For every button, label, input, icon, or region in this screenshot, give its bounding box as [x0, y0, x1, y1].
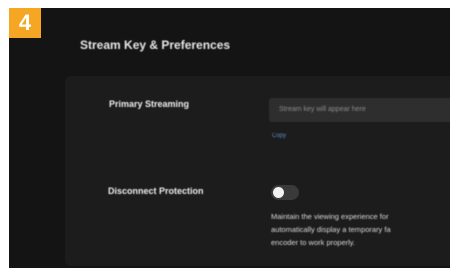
screenshot-frame: 4 Stream Key & Preferences Primary Strea…: [0, 0, 450, 275]
description-line: automatically display a temporary fa: [271, 225, 391, 234]
toggle-knob: [273, 187, 284, 198]
description-line: encoder to work properly.: [271, 238, 356, 247]
primary-streaming-label: Primary Streaming: [109, 99, 190, 109]
stream-key-field[interactable]: Stream key will appear here: [269, 98, 450, 122]
page-title: Stream Key & Preferences: [80, 38, 231, 52]
description-line: Maintain the viewing experience for: [271, 212, 389, 221]
disconnect-protection-label: Disconnect Protection: [108, 186, 204, 196]
step-badge: 4: [9, 8, 41, 38]
disconnect-protection-toggle[interactable]: [271, 185, 299, 200]
copy-link[interactable]: Copy: [272, 133, 286, 139]
disconnect-protection-description: Maintain the viewing experience for auto…: [271, 210, 450, 249]
